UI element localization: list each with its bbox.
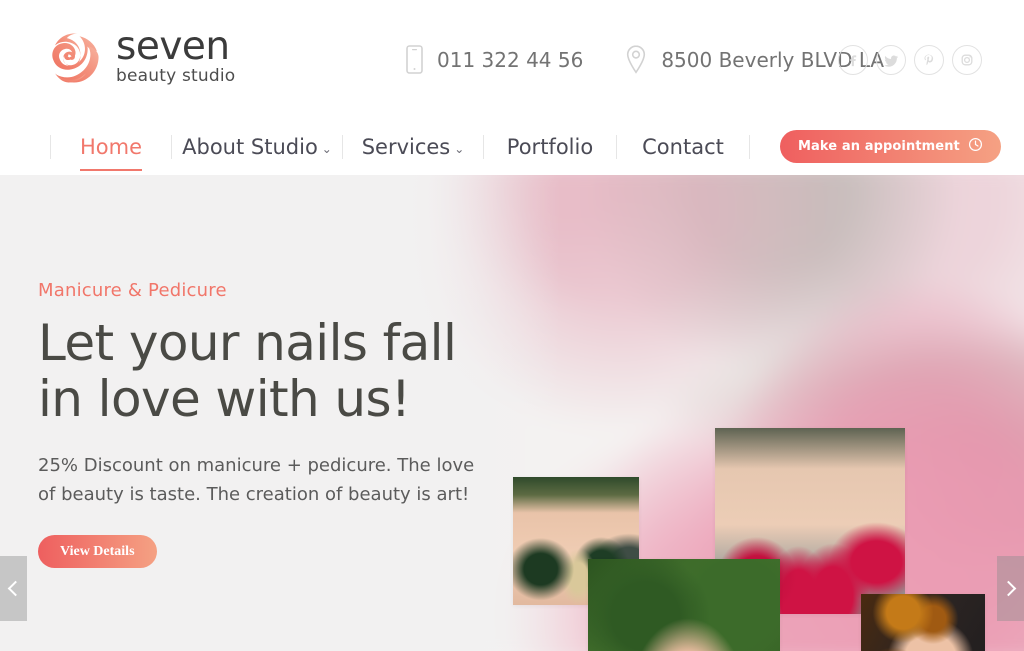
nav-item-about-studio-label: About Studio <box>182 134 318 159</box>
nav-item-portfolio[interactable]: Portfolio <box>507 135 593 159</box>
contact-phone-text: 011 322 44 56 <box>437 47 584 72</box>
hero-slider: Manicure & Pedicure Let your nails fall … <box>0 175 1024 651</box>
make-appointment-button[interactable]: Make an appointment <box>780 130 1001 163</box>
nav-item-home[interactable]: Home <box>79 134 142 171</box>
nav-item-services[interactable]: Services ⌄ <box>362 135 465 159</box>
nav-item-services-label: Services <box>361 134 451 159</box>
chevron-left-icon <box>7 580 24 597</box>
nav-item-contact[interactable]: Contact <box>642 135 724 159</box>
hero-eyebrow: Manicure & Pedicure <box>38 280 227 301</box>
chevron-down-icon: ⌄ <box>321 141 332 156</box>
hero-text-block: Manicure & Pedicure Let your nails fall … <box>38 280 498 569</box>
view-details-button[interactable]: View Details <box>38 535 157 569</box>
nav-slot-portfolio: Portfolio <box>484 135 616 159</box>
instagram-icon[interactable] <box>952 45 982 75</box>
social-links <box>838 45 982 75</box>
photo-image <box>861 594 985 651</box>
nav-item-portfolio-label: Portfolio <box>506 134 594 159</box>
nav-divider <box>749 134 750 159</box>
chevron-down-icon: ⌄ <box>454 141 465 156</box>
twitter-icon[interactable] <box>876 45 906 75</box>
logo-title: seven <box>116 24 230 69</box>
nav-slot-home: Home <box>51 134 171 171</box>
make-appointment-label: Make an appointment <box>798 139 960 154</box>
nav-active-underline <box>79 168 142 171</box>
logo-subtitle: beauty studio <box>116 66 236 86</box>
nav-item-home-label: Home <box>79 134 142 159</box>
pink-nails-photo <box>861 594 985 651</box>
header-top-bar: seven beauty studio 011 322 44 56 8500 B… <box>0 0 1024 118</box>
hero-description: 25% Discount on manicure + pedicure. The… <box>38 455 475 506</box>
logo-wordmark: seven beauty studio <box>116 27 235 88</box>
hero-title-line-2: in love with us! <box>38 370 411 428</box>
chevron-right-icon <box>1000 580 1017 597</box>
pinterest-icon[interactable] <box>914 45 944 75</box>
site-logo[interactable]: seven beauty studio <box>46 27 235 88</box>
photo-image <box>588 559 780 651</box>
map-pin-icon <box>625 45 647 74</box>
nav-slot-about: About Studio ⌄ <box>172 135 342 159</box>
contact-phone[interactable]: 011 322 44 56 <box>406 45 583 74</box>
nav-slot-contact: Contact <box>617 135 749 159</box>
mobile-phone-icon <box>406 45 423 74</box>
main-navigation: Home About Studio ⌄ Services ⌄ Portfolio… <box>0 118 1024 175</box>
facebook-icon[interactable] <box>838 45 868 75</box>
nav-slot-services: Services ⌄ <box>343 135 483 159</box>
page-root: seven beauty studio 011 322 44 56 8500 B… <box>0 0 1024 651</box>
nav-item-contact-label: Contact <box>642 134 724 159</box>
slider-prev-button[interactable] <box>0 556 27 621</box>
site-header: seven beauty studio 011 322 44 56 8500 B… <box>0 0 1024 175</box>
rose-logo-icon <box>46 29 104 87</box>
slider-next-button[interactable] <box>997 556 1024 621</box>
palm-leaf-hands-photo <box>588 559 780 651</box>
header-contact-info: 011 322 44 56 8500 Beverly BLVD LA <box>406 45 884 74</box>
hero-title: Let your nails fall in love with us! <box>38 315 498 427</box>
clock-icon <box>968 137 983 156</box>
hero-title-line-1: Let your nails fall <box>38 314 457 372</box>
nav-item-about-studio[interactable]: About Studio ⌄ <box>182 135 332 159</box>
